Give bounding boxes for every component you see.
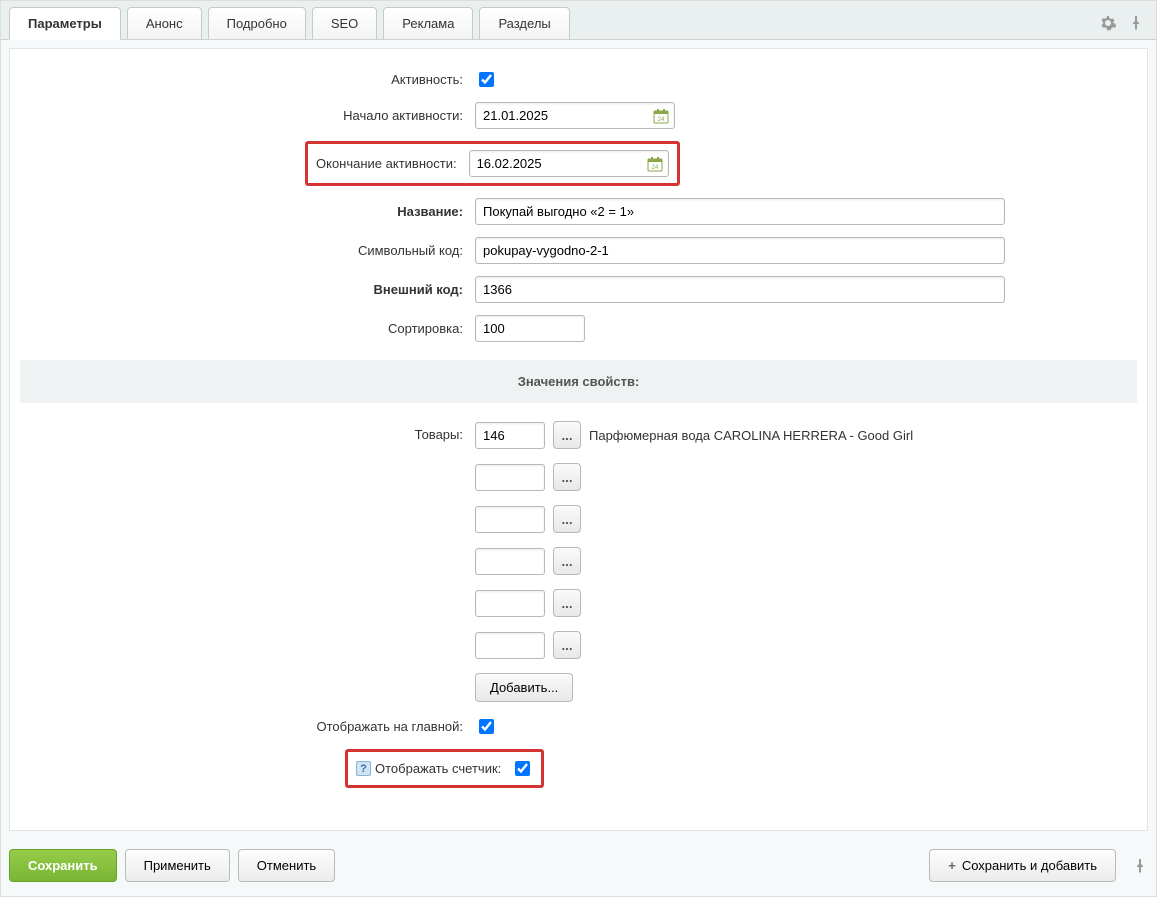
goods-label: Товары: xyxy=(20,421,475,442)
goods-id-input[interactable] xyxy=(475,590,545,617)
show-counter-label: Отображать счетчик: xyxy=(375,761,511,776)
external-input[interactable] xyxy=(475,276,1005,303)
tab-params[interactable]: Параметры xyxy=(9,7,121,40)
goods-row: ... xyxy=(475,547,581,575)
goods-id-input[interactable] xyxy=(475,422,545,449)
tab-seo[interactable]: SEO xyxy=(312,7,377,39)
gear-icon[interactable] xyxy=(1100,15,1116,31)
goods-browse-button[interactable]: ... xyxy=(553,463,581,491)
goods-browse-button[interactable]: ... xyxy=(553,505,581,533)
show-counter-highlight: ? Отображать счетчик: xyxy=(345,749,544,788)
show-main-checkbox[interactable] xyxy=(479,719,494,734)
name-input[interactable] xyxy=(475,198,1005,225)
goods-row: ... xyxy=(475,463,581,491)
bottom-bar: Сохранить Применить Отменить + Сохранить… xyxy=(1,839,1156,896)
goods-id-input[interactable] xyxy=(475,464,545,491)
goods-id-input[interactable] xyxy=(475,632,545,659)
end-label: Окончание активности: xyxy=(316,156,469,171)
sort-label: Сортировка: xyxy=(20,321,475,336)
tab-adv[interactable]: Реклама xyxy=(383,7,473,39)
show-counter-checkbox[interactable] xyxy=(515,761,530,776)
goods-row: ... xyxy=(475,631,581,659)
tab-anons[interactable]: Анонс xyxy=(127,7,202,39)
end-date-highlight: Окончание активности: 24 xyxy=(305,141,680,186)
activity-checkbox[interactable] xyxy=(479,72,494,87)
cancel-button[interactable]: Отменить xyxy=(238,849,335,882)
goods-browse-button[interactable]: ... xyxy=(553,547,581,575)
properties-section-header: Значения свойств: xyxy=(20,360,1137,403)
external-label: Внешний код: xyxy=(20,282,475,297)
goods-name-text: Парфюмерная вода CAROLINA HERRERA - Good… xyxy=(589,428,913,443)
tab-detail[interactable]: Подробно xyxy=(208,7,306,39)
start-date-input[interactable] xyxy=(475,102,675,129)
name-label: Название: xyxy=(20,204,475,219)
end-date-input[interactable] xyxy=(469,150,669,177)
goods-row: ... xyxy=(475,589,581,617)
pin-icon[interactable] xyxy=(1128,15,1144,31)
tabs-bar: Параметры Анонс Подробно SEO Реклама Раз… xyxy=(1,1,1156,40)
goods-row: ... xyxy=(475,505,581,533)
plus-icon: + xyxy=(948,858,956,873)
show-main-label: Отображать на главной: xyxy=(20,719,475,734)
add-goods-button[interactable]: Добавить... xyxy=(475,673,573,702)
save-and-add-button[interactable]: + Сохранить и добавить xyxy=(929,849,1116,882)
goods-id-input[interactable] xyxy=(475,506,545,533)
save-button[interactable]: Сохранить xyxy=(9,849,117,882)
goods-browse-button[interactable]: ... xyxy=(553,589,581,617)
help-icon[interactable]: ? xyxy=(356,761,371,776)
goods-browse-button[interactable]: ... xyxy=(553,421,581,449)
code-input[interactable] xyxy=(475,237,1005,264)
goods-row: ... Парфюмерная вода CAROLINA HERRERA - … xyxy=(475,421,913,449)
pin-icon[interactable] xyxy=(1132,858,1148,874)
save-and-add-label: Сохранить и добавить xyxy=(962,858,1097,873)
sort-input[interactable] xyxy=(475,315,585,342)
activity-label: Активность: xyxy=(20,72,475,87)
code-label: Символьный код: xyxy=(20,243,475,258)
apply-button[interactable]: Применить xyxy=(125,849,230,882)
goods-browse-button[interactable]: ... xyxy=(553,631,581,659)
start-label: Начало активности: xyxy=(20,108,475,123)
form-panel: Активность: Начало активности: 24 Оконча… xyxy=(9,48,1148,831)
tab-sections[interactable]: Разделы xyxy=(479,7,569,39)
goods-id-input[interactable] xyxy=(475,548,545,575)
